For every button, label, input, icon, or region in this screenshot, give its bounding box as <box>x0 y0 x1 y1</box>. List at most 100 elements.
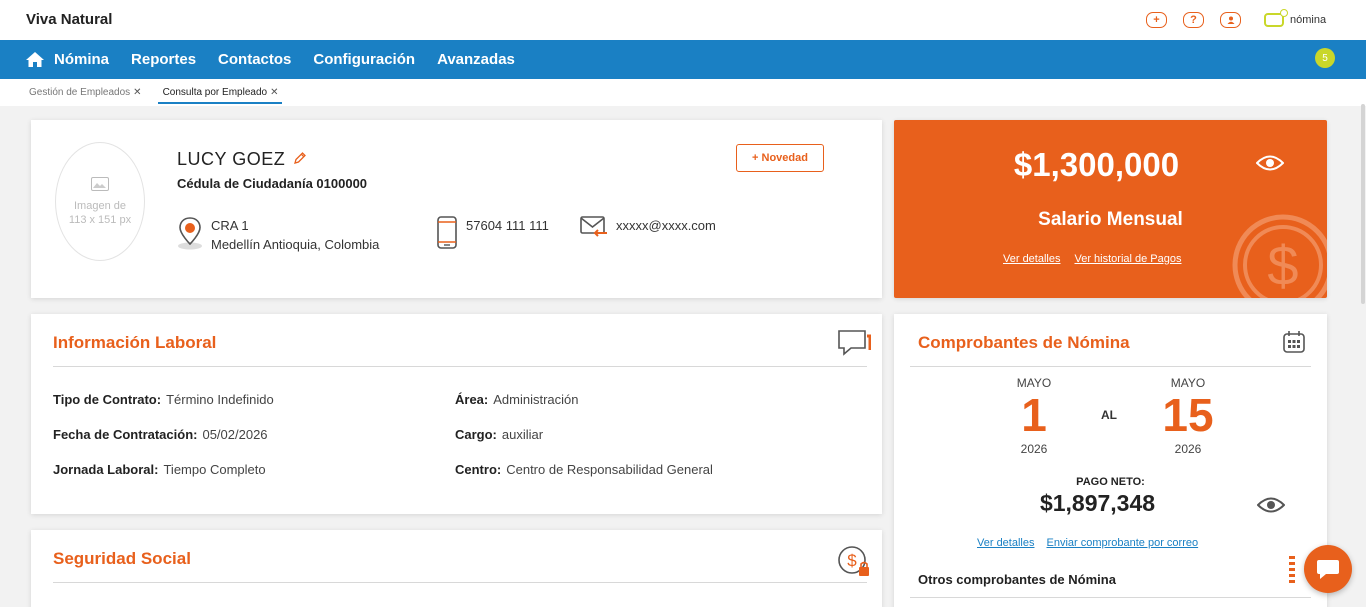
add-novedad-button[interactable]: + Novedad <box>736 144 824 172</box>
role-label: Cargo: <box>455 427 497 442</box>
tab-label[interactable]: Consulta por Empleado <box>163 87 268 98</box>
end-year: 2026 <box>1174 442 1202 456</box>
payroll-receipts-card: Comprobantes de Nómina MAYO 1 2026 AL MA… <box>894 314 1327 607</box>
nomina-logo-icon <box>1264 9 1288 27</box>
employee-id: Cédula de Ciudadanía 0100000 <box>177 176 368 191</box>
receipts-title: Comprobantes de Nómina <box>918 333 1130 352</box>
nav-nomina-label[interactable]: Nómina <box>54 51 109 68</box>
svg-text:$: $ <box>847 551 857 570</box>
shift-label: Jornada Laboral: <box>53 462 159 477</box>
home-icon[interactable] <box>26 52 44 67</box>
hire-date-label: Fecha de Contratación: <box>53 427 198 442</box>
net-pay-label: PAGO NETO: <box>1076 476 1145 488</box>
period-end: MAYO 15 2026 <box>1158 376 1218 456</box>
center-field: Centro: Centro de Responsabilidad General <box>455 462 713 477</box>
shift-value: Tiempo Completo <box>163 462 266 477</box>
contract-type-label: Tipo de Contrato: <box>53 392 162 407</box>
hire-date-value: 05/02/2026 <box>202 427 268 442</box>
social-security-card: Seguridad Social $ <box>31 530 882 607</box>
product-logo: nómina <box>1264 9 1326 27</box>
payment-history-link[interactable]: Ver historial de Pagos <box>1074 253 1181 265</box>
end-day: 15 <box>1162 389 1214 441</box>
calendar-icon[interactable] <box>1282 330 1306 359</box>
eye-icon[interactable] <box>1256 496 1286 519</box>
labor-info-card: Información Laboral Tipo de Contrato: Tér… <box>31 314 882 514</box>
phone-info: 57604 111 111 <box>436 216 549 255</box>
chat-icon <box>1317 560 1339 579</box>
main-nav: Nómina Reportes Contactos Configuración … <box>0 40 1366 79</box>
photo-placeholder-text: Imagen de <box>74 199 126 212</box>
email-info: xxxxx@xxxx.com <box>580 216 716 243</box>
shift-field: Jornada Laboral: Tiempo Completo <box>53 462 266 477</box>
notification-badge[interactable]: 5 <box>1315 48 1335 68</box>
email-address: xxxxx@xxxx.com <box>616 218 716 233</box>
period-start: MAYO 1 2026 <box>1004 376 1064 456</box>
center-value: Centro de Responsabilidad General <box>506 462 713 477</box>
nav-configuracion[interactable]: Configuración <box>313 51 415 68</box>
top-header: Viva Natural + ? nómina <box>0 0 1366 40</box>
hire-date-field: Fecha de Contratación: 05/02/2026 <box>53 427 268 442</box>
start-month: MAYO <box>1016 376 1052 390</box>
email-icon <box>580 216 608 243</box>
dollar-lock-icon[interactable]: $ <box>837 544 871 583</box>
eye-icon[interactable] <box>1255 154 1285 177</box>
svg-text:$: $ <box>1267 234 1298 297</box>
divider <box>53 366 867 367</box>
center-label: Centro: <box>455 462 502 477</box>
salary-details-link[interactable]: Ver detalles <box>1003 253 1060 265</box>
area-field: Área: Administración <box>455 392 579 407</box>
send-receipt-email-link[interactable]: Enviar comprobante por correo <box>1046 537 1198 549</box>
edit-pencil-icon[interactable] <box>293 149 307 170</box>
employee-name: LUCY GOEZ <box>177 149 307 170</box>
divider <box>910 366 1311 367</box>
divider <box>53 582 867 583</box>
role-value: auxiliar <box>501 427 544 442</box>
close-icon[interactable]: ✕ <box>270 87 278 98</box>
employee-photo-placeholder[interactable]: Imagen de 113 x 151 px <box>55 142 145 261</box>
period-separator: AL <box>1101 408 1117 422</box>
start-day: 1 <box>1021 389 1047 441</box>
phone-number: 57604 111 111 <box>466 218 549 233</box>
nav-avanzadas[interactable]: Avanzadas <box>437 51 515 68</box>
start-year: 2026 <box>1020 442 1048 456</box>
employee-profile-card: Imagen de 113 x 151 px LUCY GOEZ Cédula … <box>31 120 882 298</box>
net-pay-amount: $1,897,348 <box>1039 490 1156 516</box>
employee-name-text: LUCY GOEZ <box>177 149 286 169</box>
labor-info-title: Información Laboral <box>53 333 217 352</box>
tab-gestion-empleados[interactable]: Gestión de Empleados ✕ <box>24 84 146 104</box>
header-actions: + ? <box>1146 12 1241 28</box>
help-icon[interactable]: ? <box>1183 12 1204 28</box>
end-month: MAYO <box>1170 376 1206 390</box>
drag-handle-icon[interactable] <box>1289 556 1295 584</box>
image-icon <box>91 176 109 191</box>
receipt-details-link[interactable]: Ver detalles <box>977 537 1034 549</box>
divider <box>910 597 1311 598</box>
page-scrollbar[interactable] <box>1361 104 1365 304</box>
nav-contactos[interactable]: Contactos <box>218 51 291 68</box>
area-label: Área: <box>455 392 489 407</box>
open-tabs: Gestión de Empleados ✕ Consulta por Emple… <box>24 84 283 104</box>
tab-label[interactable]: Gestión de Empleados <box>29 87 130 98</box>
tab-consulta-empleado[interactable]: Consulta por Empleado ✕ <box>157 84 283 104</box>
address-line2: Medellín Antioquia, Colombia <box>211 237 380 252</box>
close-icon[interactable]: ✕ <box>133 87 141 98</box>
add-icon[interactable]: + <box>1146 12 1167 28</box>
contract-type-value: Término Indefinido <box>166 392 274 407</box>
other-receipts-heading[interactable]: Otros comprobantes de Nómina <box>918 572 1116 587</box>
salary-label: Salario Mensual <box>1038 209 1183 230</box>
location-pin-icon <box>177 216 203 255</box>
user-icon[interactable] <box>1220 12 1241 28</box>
photo-placeholder-size: 113 x 151 px <box>68 213 132 226</box>
role-field: Cargo: auxiliar <box>455 427 543 442</box>
salary-card: $ $1,300,000 Salario Mensual Ver detalle… <box>894 120 1327 298</box>
chat-bubble-icon[interactable] <box>837 328 872 361</box>
area-value: Administración <box>493 392 579 407</box>
contract-type-field: Tipo de Contrato: Término Indefinido <box>53 392 274 407</box>
social-security-title: Seguridad Social <box>53 549 191 568</box>
nav-nomina[interactable]: Nómina <box>26 51 109 68</box>
phone-icon <box>436 216 458 255</box>
nav-reportes[interactable]: Reportes <box>131 51 196 68</box>
salary-links: Ver detalles Ver historial de Pagos <box>1003 253 1182 265</box>
chat-support-button[interactable] <box>1304 545 1352 593</box>
address-info: CRA 1 Medellín Antioquia, Colombia <box>177 216 379 255</box>
